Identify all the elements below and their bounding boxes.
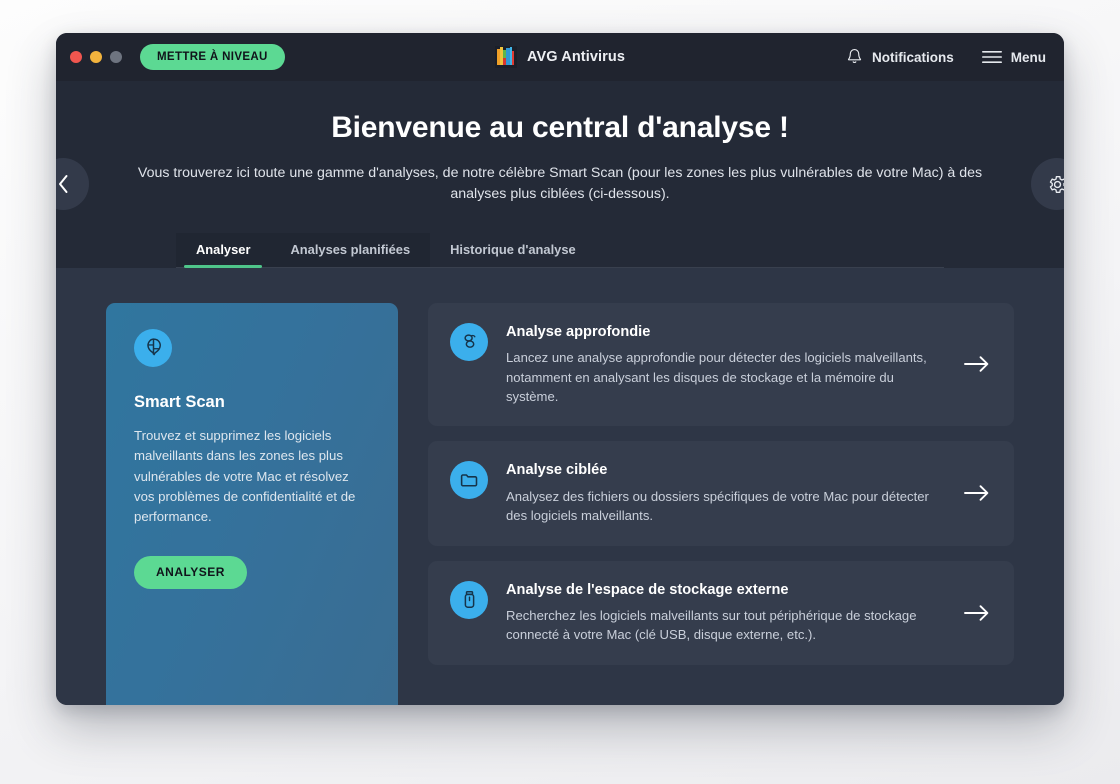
app-brand: AVG Antivirus	[495, 46, 625, 68]
chevron-left-icon	[58, 175, 67, 193]
deep-scan-icon	[463, 334, 475, 349]
notifications-button[interactable]: Notifications	[846, 48, 954, 66]
gear-icon	[1049, 175, 1064, 193]
scan-option-targeted[interactable]: Analyse ciblée Analysez des fichiers ou …	[428, 441, 1014, 546]
titlebar-actions: Notifications Menu	[846, 48, 1046, 66]
deep-scan-description: Lancez une analyse approfondie pour déte…	[506, 350, 927, 404]
targeted-scan-body: Analyse ciblée Analysez des fichiers ou …	[506, 461, 946, 525]
avg-logo-icon	[495, 46, 518, 68]
tab-bar: Analyser Analyses planifiées Historique …	[176, 232, 944, 268]
zoom-window-icon[interactable]	[110, 51, 122, 63]
avg-antivirus-window: METTRE À NIVEAU AVG Antivirus Notificati…	[56, 33, 1064, 705]
notifications-label: Notifications	[871, 49, 954, 65]
upgrade-button[interactable]: METTRE À NIVEAU	[140, 44, 285, 70]
back-button[interactable]	[56, 158, 89, 210]
external-storage-icon-badge	[450, 580, 488, 619]
tab-historique-analyse[interactable]: Historique d'analyse	[430, 233, 596, 267]
deep-scan-icon-badge	[450, 322, 488, 361]
tab-analyser[interactable]: Analyser	[176, 232, 271, 268]
tab-analyses-planifiees[interactable]: Analyses planifiées	[270, 232, 431, 267]
minimize-window-icon[interactable]	[90, 51, 102, 63]
smart-scan-analyse-button[interactable]: ANALYSER	[134, 555, 247, 589]
targeted-scan-arrow-button[interactable]	[964, 484, 990, 502]
folder-icon	[460, 473, 477, 487]
usb-drive-icon	[464, 590, 474, 608]
smart-scan-description: Trouvez et supprimez les logiciels malve…	[134, 427, 356, 525]
app-title: AVG Antivirus	[527, 49, 625, 65]
smart-scan-icon-badge	[134, 328, 172, 367]
arrow-right-icon	[964, 356, 989, 373]
smart-scan-card[interactable]: Smart Scan Trouvez et supprimez les logi…	[106, 302, 398, 705]
arrow-right-icon	[964, 485, 989, 502]
page-title: Bienvenue au central d'analyse !	[331, 111, 789, 144]
scan-center-content: Smart Scan Trouvez et supprimez les logi…	[56, 267, 1064, 705]
menu-button[interactable]: Menu	[981, 49, 1046, 65]
menu-label: Menu	[1010, 49, 1046, 65]
desktop-background: METTRE À NIVEAU AVG Antivirus Notificati…	[0, 0, 1120, 784]
hamburger-menu-icon	[981, 51, 1002, 63]
smart-scan-icon	[146, 338, 161, 356]
targeted-scan-description: Analysez des fichiers ou dossiers spécif…	[506, 488, 929, 524]
targeted-scan-icon-badge	[450, 461, 488, 500]
external-storage-body: Analyse de l'espace de stockage externe …	[506, 581, 946, 645]
window-titlebar: METTRE À NIVEAU AVG Antivirus Notificati…	[56, 33, 1064, 81]
traffic-light-controls	[70, 51, 122, 63]
smart-scan-title: Smart Scan	[134, 392, 225, 411]
external-storage-description: Recherchez les logiciels malveillants su…	[506, 608, 917, 643]
external-storage-arrow-button[interactable]	[964, 604, 990, 622]
deep-scan-body: Analyse approfondie Lancez une analyse a…	[506, 323, 946, 407]
page-subtitle: Vous trouverez ici toute une gamme d'ana…	[137, 164, 983, 203]
scan-option-external-storage[interactable]: Analyse de l'espace de stockage externe …	[428, 560, 1014, 665]
hero-section: Bienvenue au central d'analyse ! Vous tr…	[56, 81, 1064, 268]
external-storage-title: Analyse de l'espace de stockage externe	[506, 581, 789, 598]
settings-button[interactable]	[1031, 158, 1064, 210]
deep-scan-title: Analyse approfondie	[506, 323, 651, 340]
scan-options-list: Analyse approfondie Lancez une analyse a…	[428, 302, 1014, 705]
deep-scan-arrow-button[interactable]	[964, 355, 990, 373]
arrow-right-icon	[964, 604, 989, 621]
tabs-container: Analyser Analyses planifiées Historique …	[126, 232, 994, 268]
targeted-scan-title: Analyse ciblée	[506, 462, 608, 479]
scan-option-deep[interactable]: Analyse approfondie Lancez une analyse a…	[428, 302, 1014, 427]
close-window-icon[interactable]	[70, 51, 82, 63]
bell-icon	[847, 49, 862, 63]
